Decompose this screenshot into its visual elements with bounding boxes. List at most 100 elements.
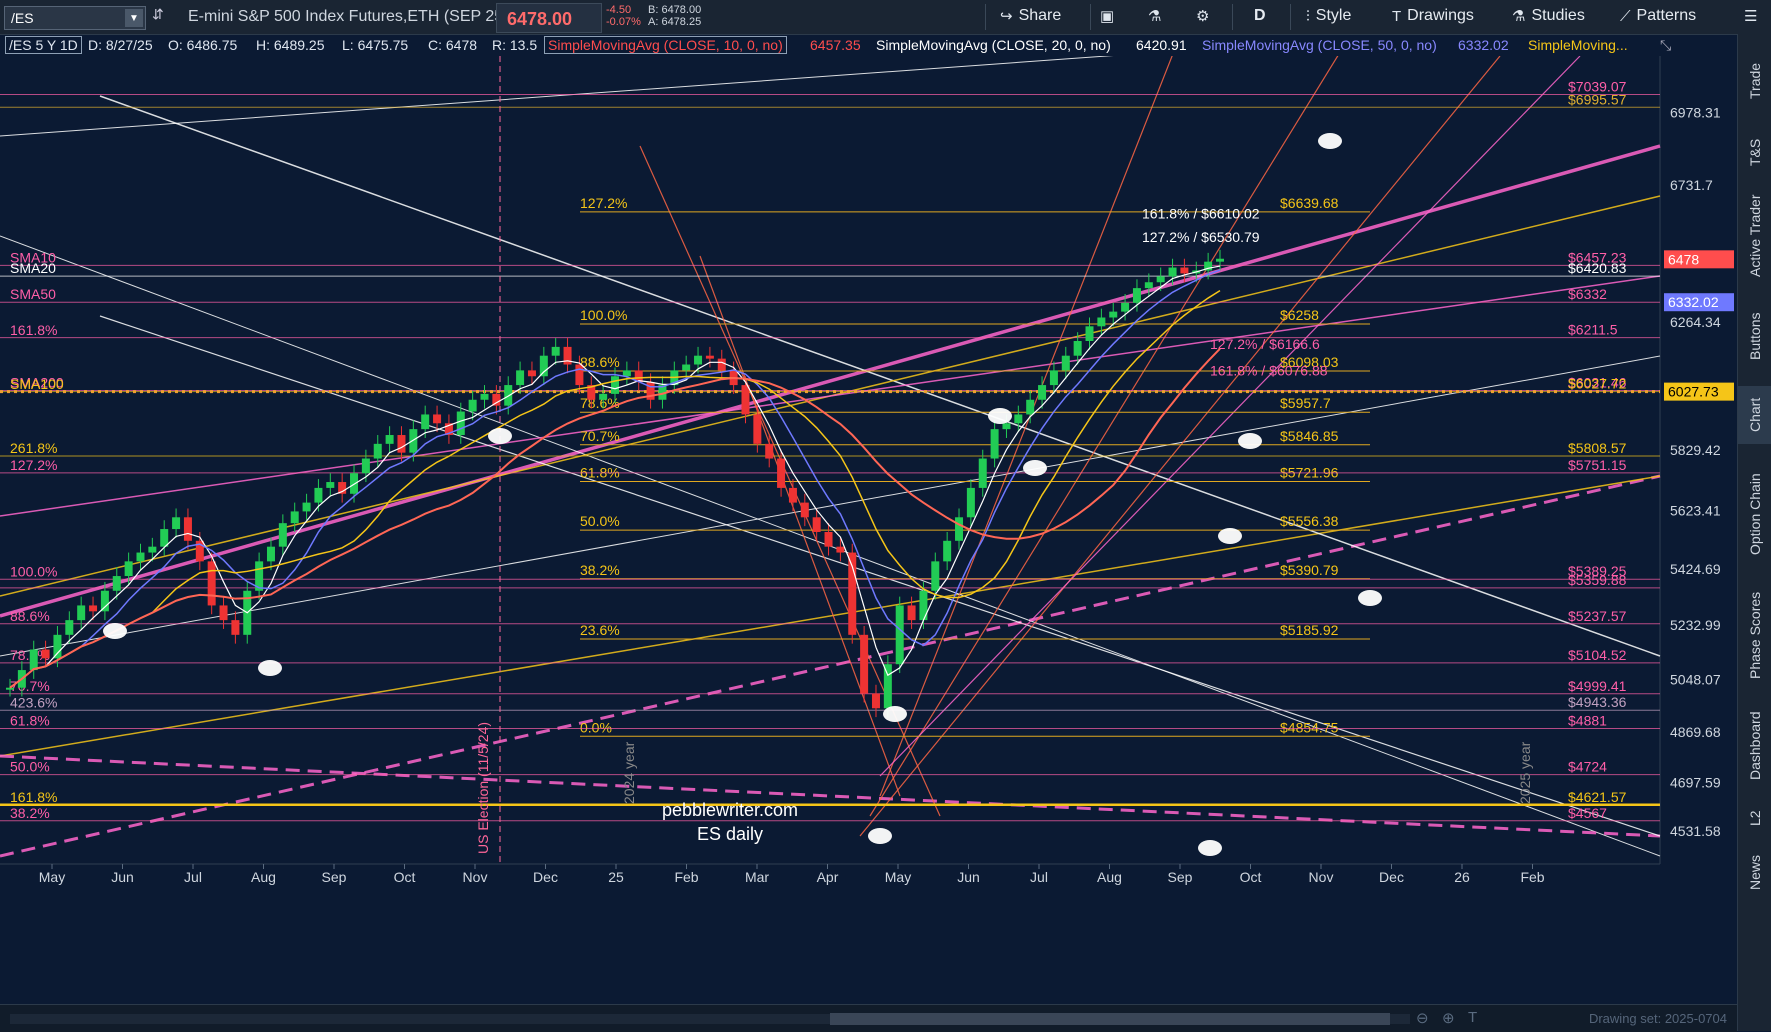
chart-info-strip: /ES 5 Y 1D D: 8/27/25 O: 6486.75 H: 6489… xyxy=(0,35,1671,56)
scroll-thumb[interactable] xyxy=(830,1013,1390,1025)
style-button[interactable]: ⫶ Style xyxy=(1306,7,1351,25)
candle-body xyxy=(124,561,133,577)
text-icon[interactable]: T xyxy=(1468,1009,1477,1026)
candle-body xyxy=(1085,326,1094,342)
side-tab-phase-scores[interactable]: Phase Scores xyxy=(1738,582,1771,688)
side-tab-l2[interactable]: L2 xyxy=(1738,800,1771,836)
right-sidebar: Trade T&S Active Trader Buttons Chart Option … xyxy=(1737,34,1771,1031)
side-tab-option-chain[interactable]: Option Chain xyxy=(1738,454,1771,574)
candle-body xyxy=(1073,341,1082,356)
price-level-label: $6027.72 xyxy=(1568,376,1627,392)
price-change: -4.50 -0.07% xyxy=(606,4,641,28)
patterns-button[interactable]: ⟋ Patterns xyxy=(1620,7,1696,25)
menu-icon[interactable]: ☰ xyxy=(1744,7,1757,25)
patterns-label: Patterns xyxy=(1636,7,1697,24)
instrument-description: E-mini S&P 500 Index Futures,ETH (SEP 25… xyxy=(188,8,509,25)
zoom-in-icon[interactable]: ⊕ xyxy=(1442,1009,1455,1027)
gear-icon-button[interactable]: ⚙ xyxy=(1196,7,1209,25)
last-price-box: 6478.00 xyxy=(496,3,602,33)
fib-level-percent: 100.0% xyxy=(580,307,627,323)
candle-body xyxy=(231,620,240,635)
drawing-set-label: Drawing set: 2025-0704 xyxy=(1588,1011,1727,1026)
chevron-down-icon[interactable]: ▼ xyxy=(125,9,143,27)
link-icon[interactable]: ⇵ xyxy=(152,6,164,23)
x-tick-label: May xyxy=(885,869,911,885)
pivot-marker xyxy=(1198,840,1222,856)
candle-body xyxy=(314,487,323,503)
candle-body xyxy=(1132,288,1141,303)
candle-body xyxy=(183,517,192,541)
candle-body xyxy=(468,399,477,412)
collapse-icon[interactable]: ⤡ xyxy=(1660,37,1671,54)
left-level-label: 261.8% xyxy=(10,440,57,456)
side-tab-active-trader[interactable]: Active Trader xyxy=(1738,184,1771,288)
drawings-label: Drawings xyxy=(1407,7,1474,24)
candle-body xyxy=(6,687,14,690)
calendar-icon-button[interactable]: ▣ xyxy=(1100,7,1114,25)
fib-level-price: $5957.7 xyxy=(1280,395,1331,411)
flask-icon-button[interactable]: ⚗ xyxy=(1148,7,1161,25)
sma20-label: SimpleMovingAvg (CLOSE, 20, 0, no) xyxy=(876,37,1111,53)
drawings-button[interactable]: T Drawings xyxy=(1392,7,1474,25)
flask-icon: ⚗ xyxy=(1148,8,1162,25)
y-tick-label: 4869.68 xyxy=(1670,724,1721,740)
side-tab-trade[interactable]: Trade xyxy=(1738,48,1771,114)
plot-background[interactable] xyxy=(0,56,1660,864)
fib-level-percent: 88.6% xyxy=(580,354,620,370)
candle-body xyxy=(29,649,38,671)
price-chart[interactable]: 127.2% $6639.68100.0% $625888.6% $6098.0378… xyxy=(0,56,1737,1004)
candle-body xyxy=(41,649,50,659)
left-level-label: 127.2% xyxy=(10,457,57,473)
fan-level-label: 127.2% / $6166.6 xyxy=(1210,336,1320,352)
candle-body xyxy=(955,517,964,541)
candle-body xyxy=(100,590,109,612)
x-tick-label: 25 xyxy=(608,869,624,885)
candle-body xyxy=(682,364,691,371)
pivot-marker xyxy=(883,706,907,722)
toolbar-separator xyxy=(1090,4,1091,30)
watermark-line1: pebblewriter.com xyxy=(662,800,798,820)
candle-body xyxy=(290,511,299,524)
candle-body xyxy=(978,458,987,488)
candle-body xyxy=(694,355,703,365)
studies-button[interactable]: ⚗ Studies xyxy=(1512,7,1585,25)
candle-body xyxy=(705,355,714,359)
timeframe-button[interactable]: D xyxy=(1254,7,1266,25)
price-level-label: $4881 xyxy=(1568,713,1607,729)
fib-level-price: $6639.68 xyxy=(1280,195,1339,211)
candle-body xyxy=(931,561,940,591)
pivot-marker xyxy=(488,428,512,444)
candle-body xyxy=(824,531,833,547)
fib-level-percent: 50.0% xyxy=(580,513,620,529)
candle-body xyxy=(89,605,98,612)
side-tab-buttons[interactable]: Buttons xyxy=(1738,296,1771,376)
symbol-input[interactable]: /ES ▼ xyxy=(4,6,146,30)
candle-body xyxy=(753,414,762,444)
price-level-label: $4724 xyxy=(1568,759,1607,775)
candle-body xyxy=(326,482,335,488)
side-tab-dashboard[interactable]: Dashboard xyxy=(1738,698,1771,794)
candle-body xyxy=(456,411,465,436)
side-tab-t-s[interactable]: T&S xyxy=(1738,126,1771,178)
pivot-marker xyxy=(868,828,892,844)
side-tab-chart[interactable]: Chart xyxy=(1738,386,1771,444)
fib-level-percent: 38.2% xyxy=(580,562,620,578)
candle-body xyxy=(266,546,275,562)
x-tick-label: Jul xyxy=(184,869,202,885)
fib-level-price: $4854.75 xyxy=(1280,719,1339,735)
x-tick-label: Sep xyxy=(322,869,347,885)
candle-body xyxy=(871,693,880,709)
bottom-scrollbar: ⊖ ⊕ T Drawing set: 2025-0704 xyxy=(0,1004,1737,1032)
zoom-out-icon[interactable]: ⊖ xyxy=(1416,1009,1429,1027)
x-tick-label: Feb xyxy=(1520,869,1544,885)
side-tab-news[interactable]: News xyxy=(1738,844,1771,900)
share-button[interactable]: ↪ Share xyxy=(1000,7,1061,25)
candle-body xyxy=(433,414,442,424)
sma10-label: SimpleMovingAvg (CLOSE, 10, 0, no) xyxy=(544,36,787,54)
candle-body xyxy=(1180,267,1189,274)
left-level-label: 100.0% xyxy=(10,563,57,579)
bar-close: C: 6478 xyxy=(428,37,478,53)
candle-body xyxy=(883,664,892,709)
price-flag-label: 6027.73 xyxy=(1668,384,1719,400)
y-tick-label: 6264.34 xyxy=(1670,314,1721,330)
